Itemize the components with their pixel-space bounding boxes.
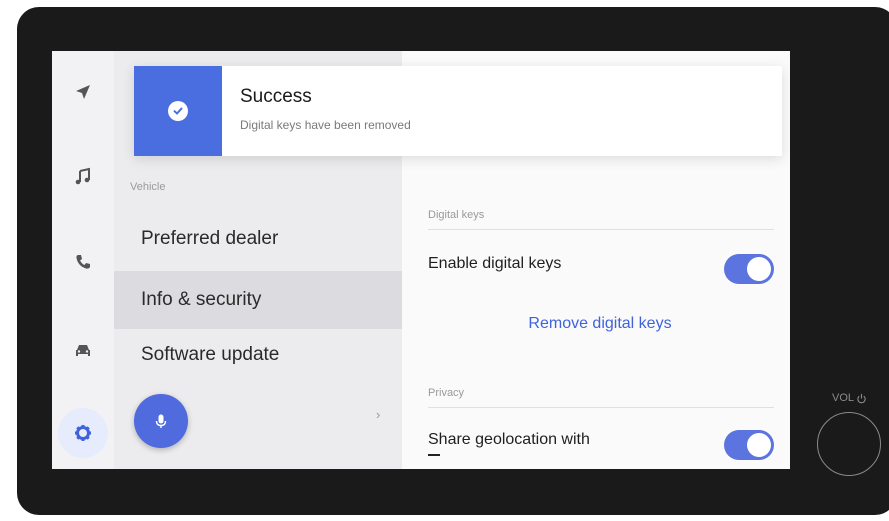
rail-phone-button[interactable] bbox=[58, 237, 108, 287]
success-notification[interactable]: Success Digital keys have been removed bbox=[134, 66, 782, 156]
volume-knob[interactable] bbox=[817, 412, 881, 476]
share-geolocation-toggle[interactable] bbox=[724, 430, 774, 460]
voice-assistant-button[interactable] bbox=[134, 394, 188, 448]
divider bbox=[428, 229, 774, 230]
enable-digital-keys-label: Enable digital keys bbox=[428, 255, 562, 272]
notification-icon-block bbox=[134, 66, 222, 156]
list-item-label: Preferred dealer bbox=[141, 228, 279, 249]
list-item-preferred-dealer[interactable]: Preferred dealer bbox=[114, 210, 402, 268]
section-label-privacy: Privacy bbox=[428, 387, 465, 399]
phone-icon bbox=[76, 255, 90, 269]
share-geolocation-label: Share geolocation with bbox=[428, 431, 590, 448]
notification-message: Digital keys have been removed bbox=[240, 118, 411, 132]
enable-digital-keys-toggle[interactable] bbox=[724, 254, 774, 284]
list-item-label: Info & security bbox=[141, 289, 262, 310]
microphone-icon bbox=[155, 414, 167, 428]
infotainment-screen: Vehicle Preferred dealer Info & security… bbox=[52, 51, 790, 469]
rail-navigation-button[interactable] bbox=[58, 67, 108, 117]
remove-digital-keys-link[interactable]: Remove digital keys bbox=[520, 315, 680, 333]
list-item-label: Software update bbox=[141, 344, 280, 365]
volume-label: VOL bbox=[832, 392, 867, 404]
gear-icon bbox=[75, 425, 91, 441]
list-item-info-security[interactable]: Info & security bbox=[114, 271, 402, 329]
navigation-arrow-icon bbox=[76, 85, 90, 99]
chevron-right-icon: › bbox=[376, 407, 381, 422]
rail-settings-button[interactable] bbox=[58, 408, 108, 458]
notification-title: Success bbox=[240, 86, 312, 107]
list-item-software-update[interactable]: Software update bbox=[114, 326, 402, 384]
check-circle-icon bbox=[168, 101, 188, 121]
section-label-vehicle: Vehicle bbox=[130, 181, 166, 193]
volume-text: VOL bbox=[832, 392, 855, 404]
car-icon bbox=[76, 345, 90, 356]
rail-media-button[interactable] bbox=[58, 152, 108, 202]
music-note-icon bbox=[75, 167, 90, 185]
text-cursor bbox=[428, 454, 440, 456]
toggle-knob bbox=[747, 433, 771, 457]
app-rail bbox=[52, 51, 114, 469]
toggle-knob bbox=[747, 257, 771, 281]
power-icon bbox=[857, 393, 866, 403]
divider bbox=[428, 407, 774, 408]
section-label-digital-keys: Digital keys bbox=[428, 209, 485, 221]
rail-vehicle-button[interactable] bbox=[58, 326, 108, 376]
